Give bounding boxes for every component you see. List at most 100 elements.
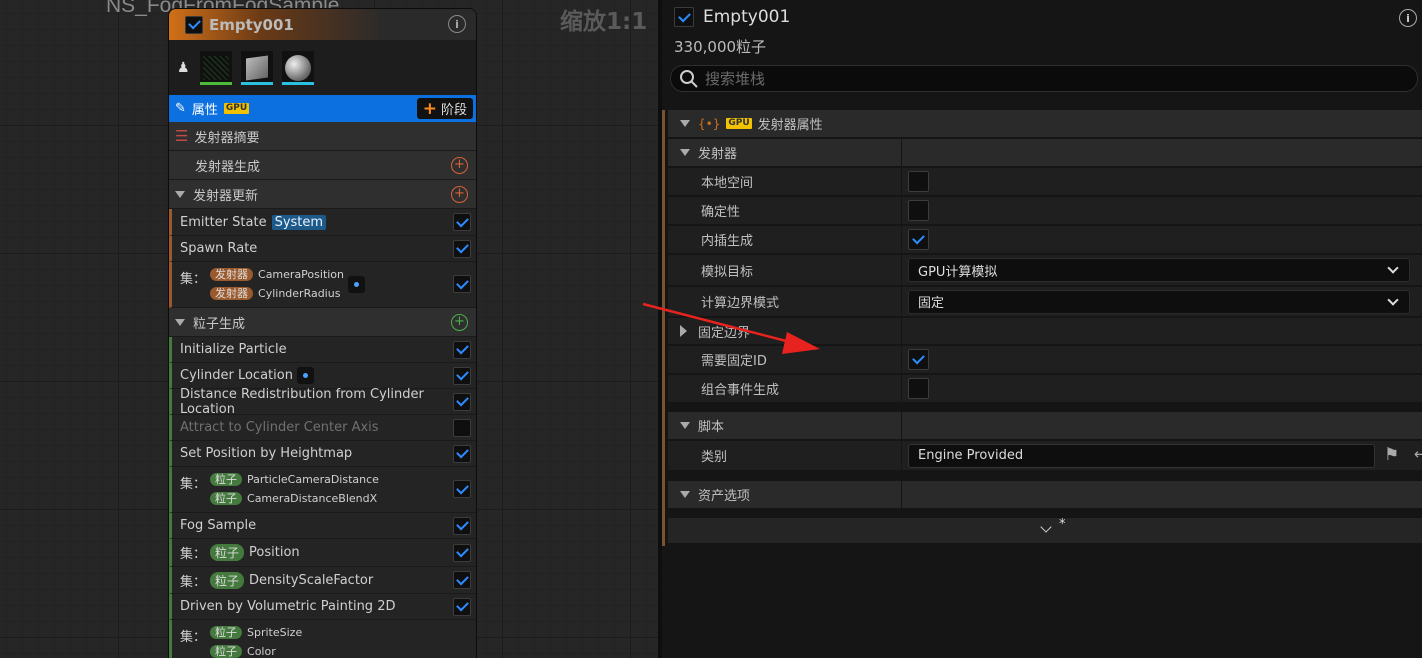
prop-label: 内插生成 [701,234,754,249]
module-enable-checkbox[interactable] [453,571,471,589]
module-set-density[interactable]: 集： 粒子 DensityScaleFactor [169,567,476,594]
add-module-icon[interactable]: + [451,186,468,203]
collapse-icon[interactable] [175,190,185,198]
bounds-mode-dropdown[interactable]: 固定 [908,289,1410,314]
category-emitter-properties[interactable]: {•} GPU 发射器属性 [668,110,1422,138]
local-space-checkbox[interactable] [908,171,929,192]
graph-canvas[interactable]: NS_FogFromFogSample 缩放1:1 Empty001 i ♟ ✎… [0,0,658,658]
module-attract-axis[interactable]: Attract to Cylinder Center Axis [169,415,476,441]
module-enable-checkbox[interactable] [453,366,471,385]
prop-label: 计算边界模式 [701,296,780,311]
module-enable-checkbox[interactable] [453,516,471,535]
interpolated-spawn-checkbox[interactable] [908,229,929,250]
module-driven-by-painting[interactable]: Driven by Volumetric Painting 2D [169,594,476,620]
module-fog-sample[interactable]: Fog Sample [169,513,476,539]
set-label: 集： [180,272,207,287]
collapse-icon[interactable] [680,120,690,127]
module-enable-checkbox[interactable] [453,392,471,411]
emitter-node-header[interactable]: Empty001 i [169,9,476,40]
section-emitter-spawn[interactable]: 发射器生成 + [169,151,476,180]
add-stage-button[interactable]: + 阶段 [416,98,473,119]
arrow-left-icon[interactable]: ← [1414,445,1422,463]
namespace-pill: 粒子 [210,645,243,658]
prop-label: 需要固定ID [701,354,767,369]
collapse-icon[interactable] [680,422,690,429]
renderer-thumb-2[interactable] [241,50,273,85]
prop-label: 组合事件生成 [701,383,780,398]
module-enable-checkbox[interactable] [453,543,471,562]
details-panel: Empty001 i 330,000粒子 搜索堆栈 {•} GPU 发射器属性 发射… [662,0,1422,658]
namespace-pill: 粒子 [210,492,243,505]
prop-combine-event-spawn: 组合事件生成 [668,375,1422,403]
tab-properties[interactable]: ✎ 属性 GPU + 阶段 [169,95,476,122]
list-icon: ☰ [175,127,189,145]
chevron-down-icon[interactable] [1040,521,1052,533]
module-emitter-state[interactable]: Emitter State System [169,209,476,236]
tab-properties-label: 属性 [191,103,218,118]
renderer-thumb-3[interactable] [282,50,314,85]
module-enable-checkbox[interactable] [453,597,471,616]
section-particle-spawn[interactable]: 粒子生成 + [169,308,476,337]
category-text-field[interactable]: Engine Provided [908,443,1375,468]
group-script[interactable]: 脚本 [668,412,1422,440]
search-icon [680,69,698,88]
emitter-enable-checkbox[interactable] [185,15,203,34]
module-set-sprite-params[interactable]: 集： 粒子 SpriteSize 粒子 Color [169,620,476,658]
section-emitter-summary[interactable]: ☰ 发射器摘要 [169,122,476,151]
set-label: 集： [180,574,207,590]
namespace-pill: 粒子 [210,544,245,561]
module-set-position[interactable]: 集： 粒子 Position [169,539,476,567]
add-module-icon[interactable]: + [451,314,468,331]
module-set-particle-params[interactable]: 集： 粒子 ParticleCameraDistance 粒子 CameraDist… [169,467,476,513]
particle-count: 330,000粒子 [674,38,767,56]
module-enable-checkbox[interactable] [453,213,471,231]
section-emitter-update[interactable]: 发射器更新 + [169,180,476,209]
set-label: 集： [180,630,207,645]
flag-icon[interactable]: ⚑ [1384,445,1399,465]
module-distance-redistribution[interactable]: Distance Redistribution from Cylinder Lo… [169,386,476,417]
module-enable-checkbox[interactable] [453,239,471,258]
prop-determinism: 确定性 [668,197,1422,225]
prop-label: 确定性 [701,205,741,220]
search-stack-input[interactable]: 搜索堆栈 [670,65,1418,92]
group-emitter[interactable]: 发射器 [668,139,1422,167]
group-asset-options[interactable]: 资产选项 [668,481,1422,509]
module-label: Fog Sample [180,518,257,533]
determinism-checkbox[interactable] [908,200,929,221]
renderer-thumb-1[interactable] [200,50,232,85]
module-set-emitter-params[interactable]: 集： 发射器 CameraPosition 发射器 CylinderRadius [169,262,476,308]
module-initialize-particle[interactable]: Initialize Particle [169,337,476,363]
emitter-enable-checkbox[interactable] [674,7,694,27]
emitter-node[interactable]: Empty001 i ♟ ✎ 属性 GPU + 阶段 ☰ 发射器摘要 发射器生成 … [168,8,477,658]
renderer-thumbnails: ♟ [169,40,476,95]
module-cylinder-location[interactable]: Cylinder Location [169,363,476,389]
add-module-icon[interactable]: + [451,157,468,174]
module-set-position-heightmap[interactable]: Set Position by Heightmap [169,441,476,467]
module-enable-checkbox[interactable] [453,340,471,359]
link-dot-icon[interactable] [348,276,366,293]
combine-event-checkbox[interactable] [908,378,929,399]
collapse-icon[interactable] [680,149,690,156]
expand-icon[interactable] [680,325,687,337]
module-enable-checkbox[interactable] [453,480,471,498]
module-label: Distance Redistribution from Cylinder Lo… [180,386,424,417]
gpu-badge: GPU [726,118,752,129]
module-enable-checkbox[interactable] [453,275,471,293]
chevron-down-icon [1387,293,1399,306]
prop-fixed-bounds[interactable]: 固定边界 [668,318,1422,345]
param-name: CameraPosition [258,268,345,281]
module-enable-checkbox[interactable] [453,418,471,437]
module-enable-checkbox[interactable] [453,444,471,463]
link-dot-icon[interactable] [296,367,314,384]
info-icon[interactable]: i [448,15,466,33]
persistent-id-checkbox[interactable] [908,349,929,370]
collapse-icon[interactable] [175,318,185,326]
group-label: 资产选项 [698,489,751,504]
module-spawn-rate[interactable]: Spawn Rate [169,236,476,262]
info-icon[interactable]: i [1399,9,1417,27]
collapse-icon[interactable] [680,491,690,498]
section-label: 粒子生成 [193,316,246,332]
set-label: 集： [180,547,207,562]
sim-target-dropdown[interactable]: GPU计算模拟 [908,258,1410,282]
show-more-row[interactable]: * [668,517,1422,544]
